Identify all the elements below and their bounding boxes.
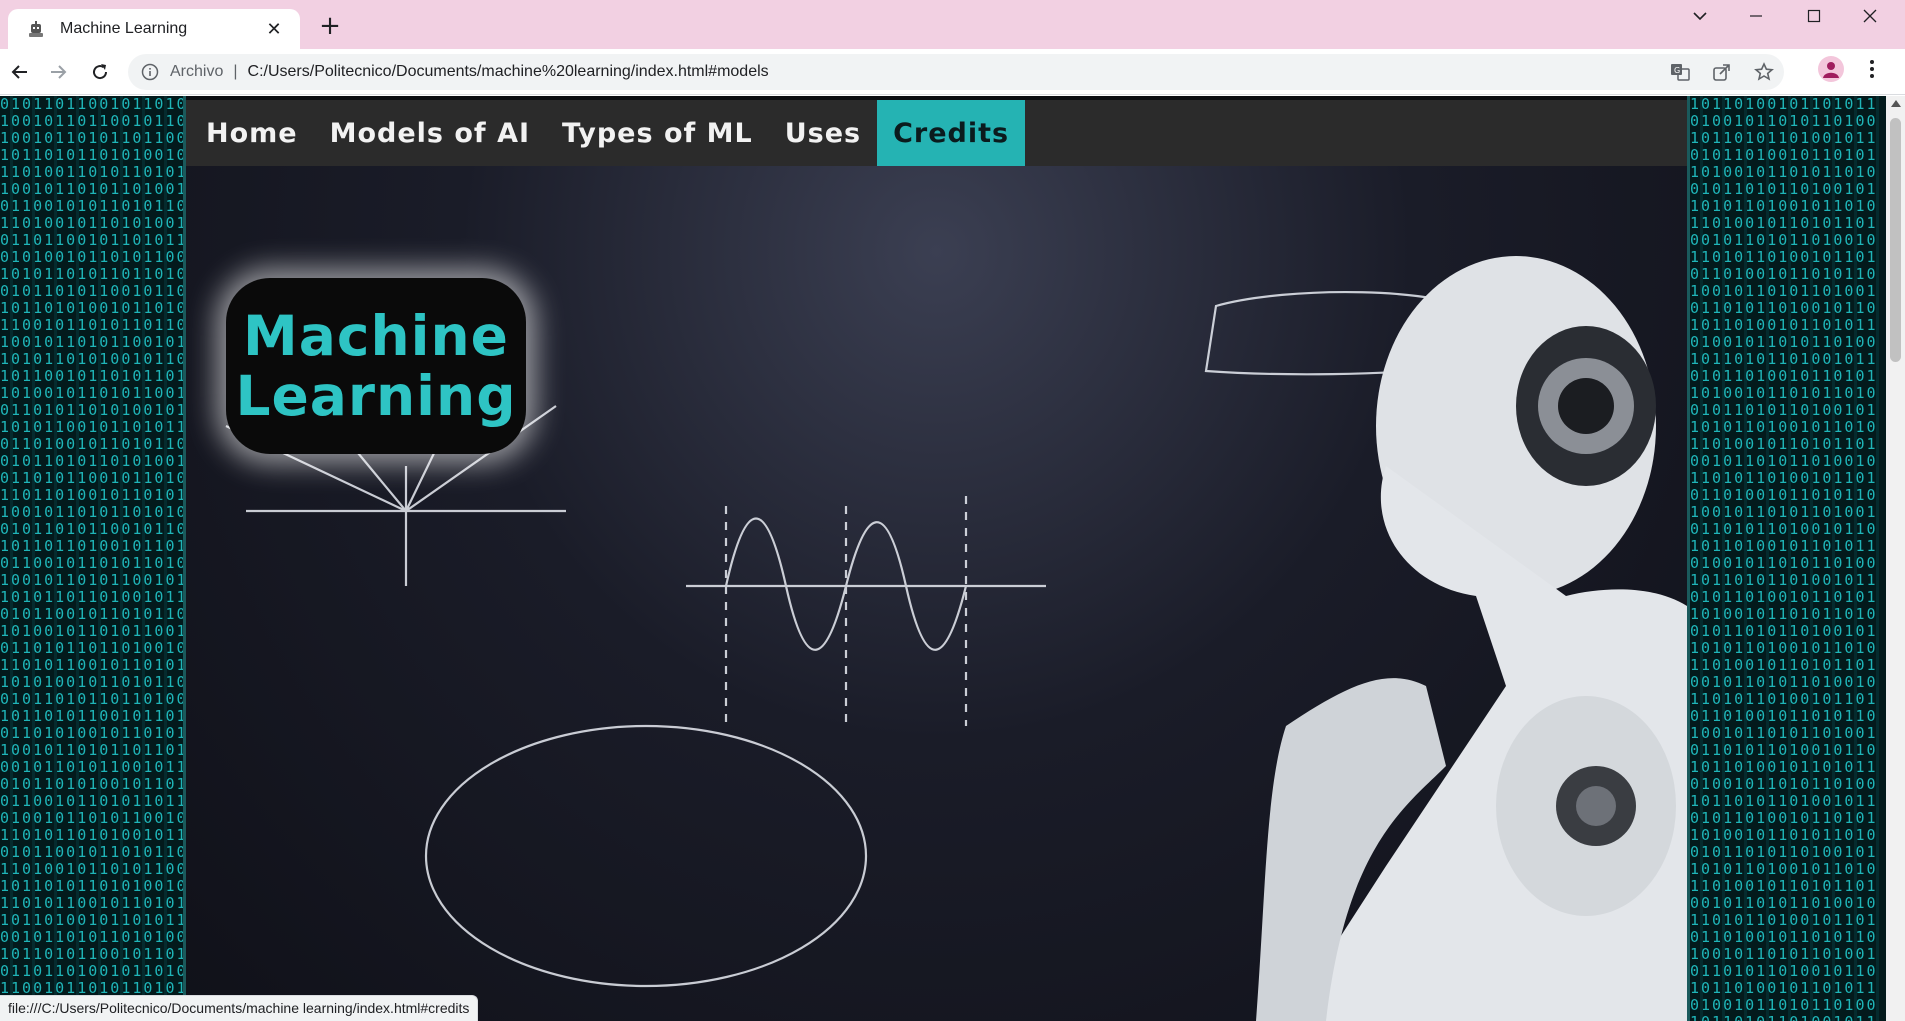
nav-types-of-ml[interactable]: Types of ML [546,100,769,166]
nav-home[interactable]: Home [190,100,314,166]
reload-icon[interactable] [84,56,116,88]
matrix-code-background-left: 0101101100101101010010110110010110100101… [0,96,190,1021]
robot-icon [26,19,46,39]
status-bar-link-preview: file:///C:/Users/Politecnico/Documents/m… [0,995,479,1021]
page-content: Home Models of AI Types of ML Uses Credi… [183,96,1690,1021]
star-icon[interactable] [1752,60,1776,84]
matrix-code-background-right: 1011010010110101101001011010110100101101… [1690,96,1886,1021]
close-tab-icon[interactable]: ✕ [262,19,286,40]
close-window-icon[interactable] [1842,2,1898,30]
nav-uses[interactable]: Uses [769,100,877,166]
logo-line-learning: Learning [235,364,517,428]
browser-tab[interactable]: Machine Learning ✕ [8,9,300,49]
share-icon[interactable] [1710,60,1734,84]
minimize-icon[interactable] [1728,2,1784,30]
address-separator: | [233,63,238,80]
new-tab-button[interactable]: + [316,12,344,40]
hero-banner: Machine Learning [186,166,1687,1021]
site-logo: Machine Learning [226,278,526,454]
tab-search-icon[interactable] [1672,2,1728,30]
address-url[interactable]: C:/Users/Politecnico/Documents/machine%2… [248,63,769,81]
svg-text:G: G [1674,66,1680,75]
vertical-scrollbar[interactable] [1886,96,1905,1021]
address-bar[interactable]: Archivo | C:/Users/Politecnico/Documents… [128,54,1784,90]
profile-icon[interactable] [1818,56,1844,82]
nav-models-of-ai[interactable]: Models of AI [314,100,546,166]
nav-credits[interactable]: Credits [877,100,1026,166]
scrollbar-thumb[interactable] [1890,118,1901,362]
page-viewport: 0101101100101101010010110110010110100101… [0,96,1886,1021]
tab-title: Machine Learning [60,20,188,37]
maximize-icon[interactable] [1786,2,1842,30]
arrow-left-icon[interactable] [4,56,36,88]
logo-line-machine: Machine [243,304,509,368]
translate-icon[interactable]: G [1668,60,1692,84]
info-icon[interactable] [140,62,160,82]
address-scheme: Archivo [170,63,224,80]
arrow-right-icon[interactable] [42,56,74,88]
main-navigation: Home Models of AI Types of ML Uses Credi… [186,100,1687,166]
scroll-up-arrow-icon[interactable] [1891,100,1901,107]
kebab-menu-icon[interactable] [1860,57,1884,81]
browser-toolbar: Archivo | C:/Users/Politecnico/Documents… [0,49,1905,95]
tab-strip: Machine Learning ✕ + [0,0,1905,49]
